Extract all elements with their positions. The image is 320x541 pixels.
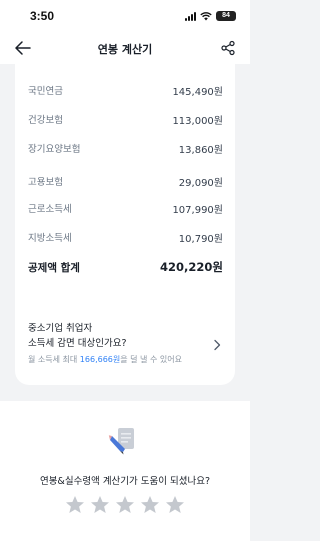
deduction-row: 근로소득세 107,990원	[28, 198, 223, 218]
deduction-total-value: 420,220원	[160, 260, 223, 274]
pencil-document-icon	[108, 424, 140, 456]
deduction-label: 건강보험	[28, 115, 63, 126]
promo-note-suffix: 을 덜 낼 수 있어요	[120, 355, 182, 364]
deductions-card: 국민연금 145,490원 건강보험 113,000원 장기요양보험 13,86…	[15, 64, 235, 385]
deduction-label: 장기요양보험	[28, 144, 81, 155]
deduction-row: 고용보험 29,090원	[28, 171, 223, 191]
deduction-value: 29,090원	[178, 177, 223, 189]
status-bar: 3:50 84	[0, 0, 250, 32]
deduction-row: 건강보험 113,000원	[28, 109, 223, 129]
feedback-question: 연봉&실수령액 계산기가 도움이 되셨나요?	[39, 476, 211, 487]
star-icon[interactable]	[115, 495, 135, 515]
promo-note-prefix: 월 소득세 최대	[28, 355, 80, 364]
status-time: 3:50	[30, 9, 55, 23]
deduction-row: 국민연금 145,490원	[28, 80, 223, 100]
star-icon[interactable]	[65, 495, 85, 515]
deduction-label: 고용보험	[28, 177, 63, 188]
wifi-icon	[200, 11, 212, 21]
deduction-value: 13,860원	[178, 144, 223, 156]
nav-bar: 연봉 계산기	[0, 32, 250, 64]
deduction-total-row: 공제액 합계 420,220원	[28, 257, 223, 277]
page-title: 연봉 계산기	[97, 43, 153, 56]
promo-note-highlight: 166,666원	[79, 355, 121, 364]
deduction-row: 장기요양보험 13,860원	[28, 138, 223, 158]
promo-question: 소득세 감면 대상인가요?	[28, 338, 127, 349]
deduction-label: 근로소득세	[28, 204, 72, 215]
promo-title: 중소기업 취업자	[28, 323, 93, 334]
rating-stars	[0, 495, 250, 515]
deduction-value: 107,990원	[172, 204, 223, 216]
signal-icon	[185, 11, 196, 21]
star-icon[interactable]	[90, 495, 110, 515]
share-icon[interactable]	[220, 40, 236, 56]
chevron-right-icon[interactable]	[213, 336, 221, 351]
feedback-section: 연봉&실수령액 계산기가 도움이 되셨나요?	[0, 401, 250, 541]
deduction-total-label: 공제액 합계	[28, 261, 80, 274]
deduction-label: 지방소득세	[28, 233, 72, 244]
status-icons: 84	[185, 11, 236, 21]
deduction-value: 145,490원	[172, 86, 223, 98]
battery-icon: 84	[216, 11, 236, 21]
deduction-label: 국민연금	[28, 86, 63, 97]
star-icon[interactable]	[165, 495, 185, 515]
promo-note: 월 소득세 최대 166,666원을 덜 낼 수 있어요	[28, 354, 182, 365]
star-icon[interactable]	[140, 495, 160, 515]
deduction-value: 10,790원	[178, 233, 223, 245]
deduction-row: 지방소득세 10,790원	[28, 227, 223, 247]
deduction-value: 113,000원	[172, 115, 223, 127]
